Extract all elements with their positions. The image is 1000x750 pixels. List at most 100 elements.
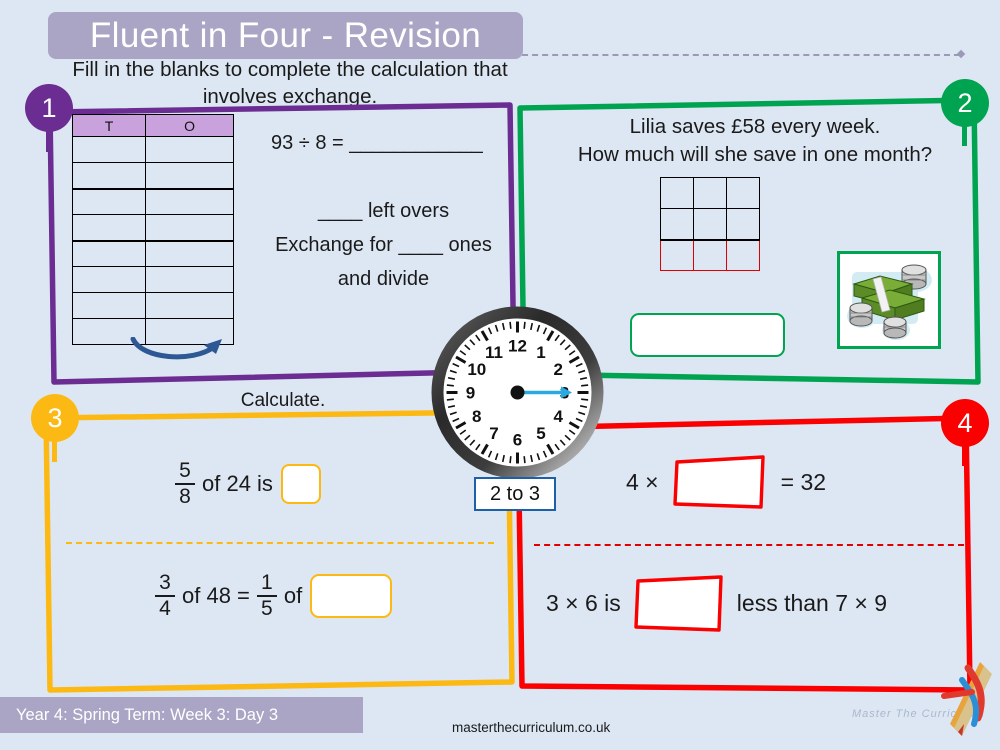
fraction-numerator: 5 <box>179 459 191 482</box>
question-4-row-2: 3 × 6 is less than 7 × 9 <box>546 572 887 634</box>
grid-cell[interactable] <box>726 177 760 209</box>
grid-cell[interactable] <box>726 239 760 271</box>
divide-line: and divide <box>337 268 430 290</box>
question-4-badge: 4 <box>941 399 989 447</box>
fraction-one-fifth: 1 5 <box>256 571 277 620</box>
question-2-badge: 2 <box>941 79 989 127</box>
grid-row <box>660 208 760 241</box>
column-header-ones: O <box>145 114 234 137</box>
clock-time-label: 2 to 3 <box>474 477 556 511</box>
clock-numeral-1: 1 <box>536 343 545 362</box>
row-2-text-a: of 48 = <box>182 582 250 608</box>
row-2-text-b: of <box>283 582 303 608</box>
place-value-table: T O <box>71 114 234 345</box>
table-cell[interactable] <box>145 162 234 189</box>
row-1-text: of 24 is <box>202 470 273 496</box>
question-4-answer-box-2[interactable] <box>633 572 725 634</box>
clock-numeral-10: 10 <box>467 360 486 379</box>
fraction-denominator: 4 <box>159 596 171 620</box>
table-row <box>71 214 234 241</box>
question-3-badge: 3 <box>31 394 79 442</box>
clock-numeral-5: 5 <box>536 424 545 443</box>
question-1-badge: 1 <box>25 84 73 132</box>
table-row <box>71 136 234 163</box>
clock-time-text: 2 to 3 <box>489 482 541 505</box>
clock-numeral-4: 4 <box>553 407 563 426</box>
fraction-numerator: 1 <box>261 571 273 594</box>
table-row <box>71 162 234 189</box>
footer-term-label: Year 4: Spring Term: Week 3: Day 3 <box>16 705 278 724</box>
analogue-clock: 123456789101112 <box>430 305 605 480</box>
money-image-frame <box>837 251 941 349</box>
question-3-answer-box-2[interactable] <box>310 573 393 618</box>
fraction-denominator: 5 <box>261 596 273 620</box>
table-cell[interactable] <box>71 187 147 215</box>
hand-drawn-box <box>672 455 765 509</box>
multiplication-grid <box>660 177 760 271</box>
fraction-five-eighths: 5 8 <box>175 460 195 508</box>
column-header-tens: T <box>71 114 147 137</box>
question-3-answer-box-1[interactable] <box>280 463 321 504</box>
question-4-answer-box-1[interactable] <box>671 452 769 512</box>
question-3-dashed-divider <box>66 542 494 544</box>
prompt-line-2: How much will she save in one month? <box>577 142 933 166</box>
grid-cell[interactable] <box>693 208 727 241</box>
fraction-denominator: 8 <box>179 484 191 508</box>
table-cell[interactable] <box>71 292 147 319</box>
worksheet-page: Fluent in Four - Revision Fill in the bl… <box>0 0 1000 750</box>
clock-numeral-6: 6 <box>513 431 522 450</box>
table-cell[interactable] <box>71 266 147 293</box>
table-cell[interactable] <box>145 239 234 267</box>
exchange-line: Exchange for ____ ones <box>275 234 492 256</box>
header-dash-end-dot <box>956 49 966 59</box>
grid-cell[interactable] <box>660 208 694 241</box>
question-1-calculation-block: 93 ÷ 8 = ____________ ____ left overs Ex… <box>261 132 506 290</box>
table-row <box>71 239 234 267</box>
grid-row-highlighted <box>660 239 760 271</box>
clock-numeral-7: 7 <box>489 424 498 443</box>
footer-website-url: masterthecurriculum.co.uk <box>452 720 611 735</box>
table-cell[interactable] <box>71 239 147 267</box>
row-1-text-before: 4 × <box>626 468 659 495</box>
table-cell[interactable] <box>71 162 147 189</box>
grid-cell[interactable] <box>660 177 694 209</box>
money-stack-icon <box>847 264 932 340</box>
fraction-numerator: 3 <box>159 571 171 594</box>
grid-cell[interactable] <box>693 239 727 271</box>
table-cell[interactable] <box>71 214 147 241</box>
grid-row <box>660 177 760 209</box>
brand-logo: Master The Curriculum <box>852 662 1000 740</box>
row-2-text-before: 3 × 6 is <box>546 589 621 616</box>
clock-numeral-11: 11 <box>485 343 503 362</box>
table-cell[interactable] <box>145 292 234 319</box>
grid-cell[interactable] <box>693 177 727 209</box>
question-3-heading: Calculate. <box>240 390 326 411</box>
hand-drawn-box <box>634 575 723 632</box>
grid-cell[interactable] <box>726 208 760 241</box>
clock-numeral-12: 12 <box>508 337 527 356</box>
table-header-row: T O <box>71 114 234 137</box>
table-row <box>71 292 234 319</box>
row-2-text-after: less than 7 × 9 <box>736 589 888 616</box>
table-cell[interactable] <box>71 136 147 163</box>
footer-banner: Year 4: Spring Term: Week 3: Day 3 <box>0 697 363 733</box>
question-4-row-1: 4 × = 32 <box>626 452 826 512</box>
page-title: Fluent in Four - Revision <box>89 15 482 55</box>
clock-numeral-2: 2 <box>553 360 562 379</box>
exchange-curve-arrow-icon <box>130 337 222 360</box>
question-3-row-1: 5 8 of 24 is <box>168 460 321 508</box>
table-cell[interactable] <box>145 266 234 293</box>
table-cell[interactable] <box>145 214 234 241</box>
clock-numeral-8: 8 <box>472 407 481 426</box>
table-cell[interactable] <box>145 136 234 163</box>
title-banner: Fluent in Four - Revision <box>48 12 523 59</box>
question-2-answer-box[interactable] <box>630 313 785 357</box>
table-cell[interactable] <box>145 187 234 215</box>
table-row <box>71 187 234 215</box>
clock-center-pin <box>510 385 525 400</box>
table-row <box>71 266 234 293</box>
prompt-line-1: Lilia saves £58 every week. <box>629 115 881 138</box>
leftovers-line: ____ left overs <box>317 200 450 222</box>
question-3-row-2: 3 4 of 48 = 1 5 of <box>148 571 393 620</box>
grid-cell[interactable] <box>660 239 694 271</box>
